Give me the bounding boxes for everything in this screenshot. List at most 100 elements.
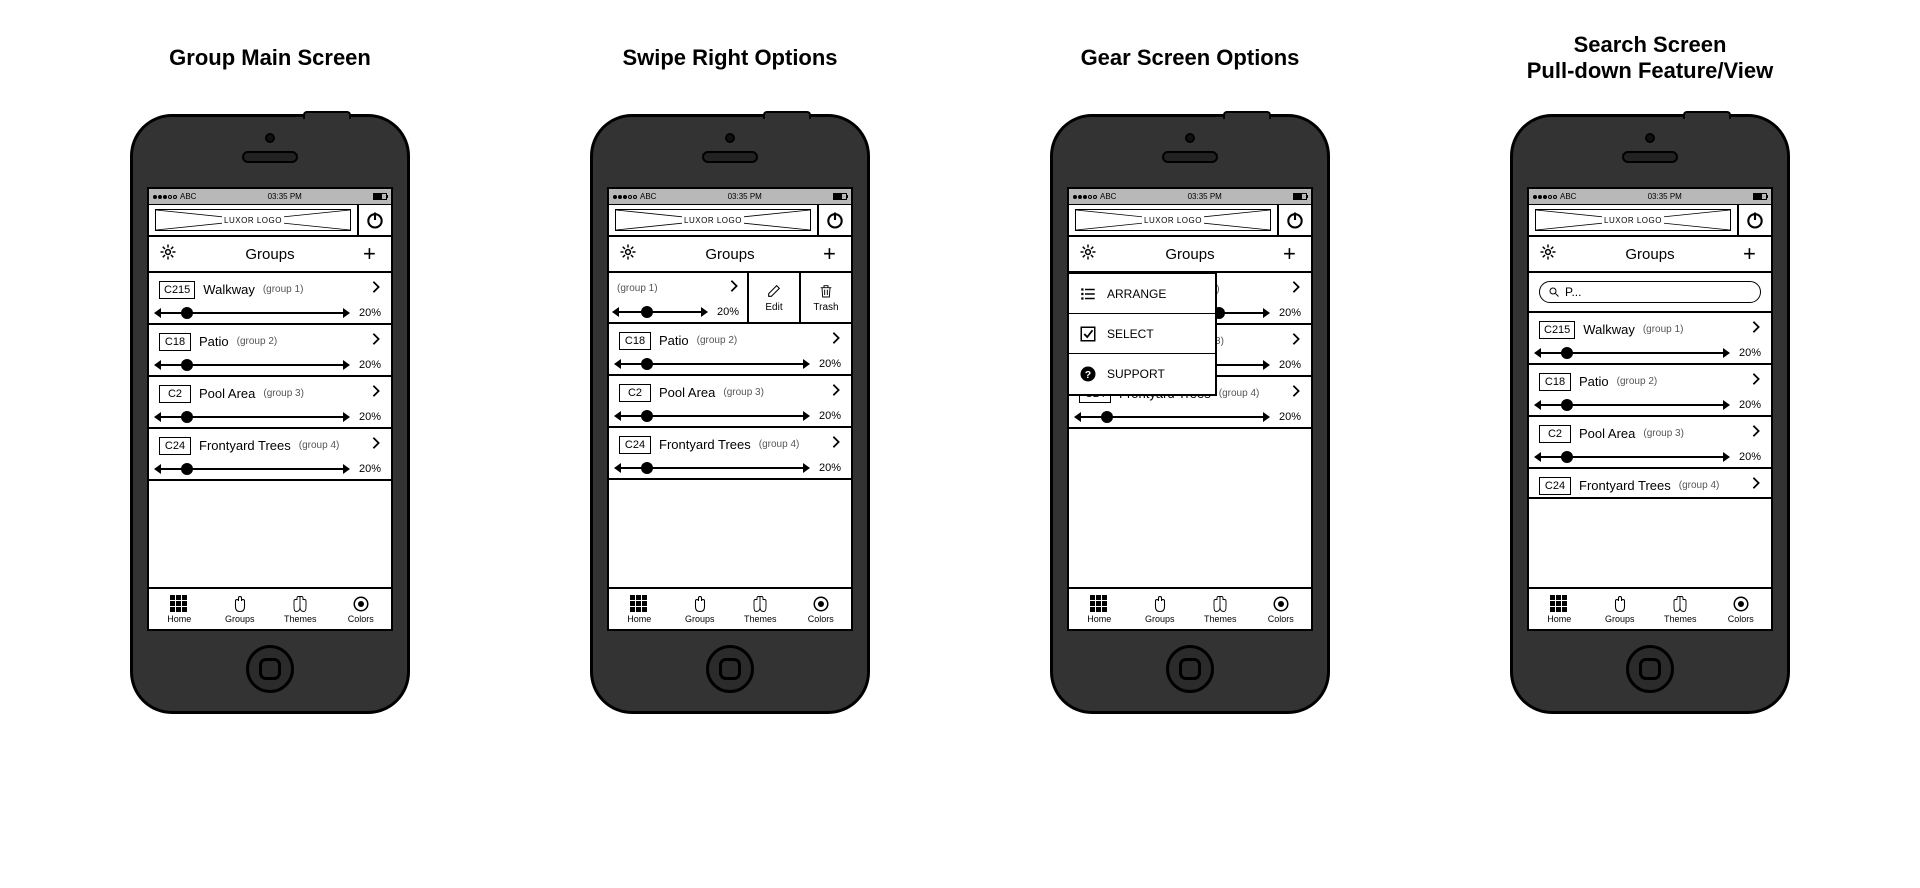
- tab-colors[interactable]: Colors: [1711, 589, 1772, 629]
- group-name: Patio: [199, 334, 229, 349]
- menu-arrange[interactable]: ARRANGE: [1069, 274, 1215, 314]
- add-group-button[interactable]: +: [363, 245, 381, 263]
- disclosure-button[interactable]: [371, 436, 381, 455]
- brightness-slider[interactable]: 20%: [619, 462, 841, 474]
- section-header: Groups +: [149, 237, 391, 273]
- section-title: Groups: [245, 246, 294, 263]
- menu-support[interactable]: ? SUPPORT: [1069, 354, 1215, 394]
- disclosure-button[interactable]: [371, 384, 381, 403]
- group-row[interactable]: C24 Frontyard Trees (group 4) 20%: [149, 429, 391, 481]
- brightness-slider[interactable]: 20%: [617, 306, 739, 318]
- brightness-slider[interactable]: 20%: [159, 463, 381, 475]
- phone-home-button[interactable]: [1166, 645, 1214, 693]
- gear-button[interactable]: [159, 243, 177, 266]
- group-name: Pool Area: [199, 386, 255, 401]
- tab-groups[interactable]: Groups: [210, 589, 271, 629]
- tab-label: Colors: [348, 614, 374, 624]
- battery-icon: [373, 193, 387, 200]
- power-button[interactable]: [1737, 205, 1771, 235]
- tab-bar: Home Groups Themes Colors: [609, 587, 851, 629]
- search-input[interactable]: P...: [1539, 281, 1761, 303]
- group-row[interactable]: C18Patio(group 2)20%: [1529, 365, 1771, 417]
- group-sub: (group 3): [263, 388, 304, 399]
- disclosure-button[interactable]: [831, 383, 841, 402]
- menu-select[interactable]: SELECT: [1069, 314, 1215, 354]
- search-row: P...: [1529, 273, 1771, 313]
- chevron-right-icon: [371, 280, 381, 294]
- group-chip: C215: [159, 281, 195, 299]
- disclosure-button[interactable]: [371, 332, 381, 351]
- group-row[interactable]: C215 Walkway (group 1) 20%: [149, 273, 391, 325]
- tab-home[interactable]: Home: [609, 589, 670, 629]
- group-row[interactable]: C18 Patio (group 2) 20%: [149, 325, 391, 377]
- tab-themes[interactable]: Themes: [270, 589, 331, 629]
- mock-search: Search Screen Pull-down Feature/View ABC…: [1440, 30, 1860, 714]
- tab-bar: Home Groups Themes Colors: [1069, 587, 1311, 629]
- tab-home[interactable]: Home: [1529, 589, 1590, 629]
- disclosure-button[interactable]: [831, 331, 841, 350]
- app-header: LUXOR LOGO: [149, 205, 391, 237]
- disclosure-button[interactable]: [371, 280, 381, 299]
- phone-home-button[interactable]: [246, 645, 294, 693]
- group-chip: C2: [159, 385, 191, 403]
- power-icon: [365, 210, 385, 230]
- group-row[interactable]: C2Pool Area(group 3)20%: [1529, 417, 1771, 469]
- screen: ABC03:35 PM LUXOR LOGO Groups+ (group 1)…: [1067, 187, 1313, 631]
- phone-frame: ABC03:35 PM LUXOR LOGO Groups+ P... C215…: [1510, 114, 1790, 714]
- mock-title: Swipe Right Options: [622, 30, 837, 86]
- tab-groups[interactable]: Groups: [670, 589, 731, 629]
- group-row[interactable]: C215Walkway(group 1)20%: [1529, 313, 1771, 365]
- brightness-slider[interactable]: 20%: [159, 307, 381, 319]
- tab-colors[interactable]: Colors: [791, 589, 852, 629]
- power-button[interactable]: [817, 205, 851, 235]
- power-button[interactable]: [357, 205, 391, 235]
- disclosure-button[interactable]: [729, 279, 739, 298]
- group-row-swiped[interactable]: (group 1) 20% Edit Trash: [609, 273, 851, 324]
- phone-home-button[interactable]: [706, 645, 754, 693]
- phone-home-button[interactable]: [1626, 645, 1674, 693]
- menu-label: SUPPORT: [1107, 367, 1165, 381]
- tab-themes[interactable]: Themes: [730, 589, 791, 629]
- menu-label: ARRANGE: [1107, 287, 1166, 301]
- group-row[interactable]: C2 Pool Area (group 3) 20%: [149, 377, 391, 429]
- tab-groups[interactable]: Groups: [1130, 589, 1191, 629]
- menu-label: SELECT: [1107, 327, 1154, 341]
- brightness-slider[interactable]: 20%: [619, 358, 841, 370]
- hand-icon: [231, 595, 249, 613]
- tab-home[interactable]: Home: [1069, 589, 1130, 629]
- tab-groups[interactable]: Groups: [1590, 589, 1651, 629]
- group-row[interactable]: C24Frontyard Trees(group 4)20%: [609, 428, 851, 480]
- gear-button[interactable]: [619, 243, 637, 266]
- gear-button[interactable]: [1079, 243, 1097, 266]
- add-group-button[interactable]: +: [1283, 245, 1301, 263]
- group-name: Walkway: [203, 282, 255, 297]
- add-group-button[interactable]: +: [1743, 245, 1761, 263]
- swipe-edit-button[interactable]: Edit: [747, 273, 799, 322]
- group-list[interactable]: (group 1) 20% Edit Trash: [609, 273, 851, 587]
- brightness-slider[interactable]: 20%: [619, 410, 841, 422]
- brightness-slider[interactable]: 20%: [159, 359, 381, 371]
- group-row[interactable]: C24Frontyard Trees(group 4): [1529, 469, 1771, 499]
- tab-colors[interactable]: Colors: [331, 589, 392, 629]
- add-group-button[interactable]: +: [823, 245, 841, 263]
- tab-themes[interactable]: Themes: [1650, 589, 1711, 629]
- group-row[interactable]: C18Patio(group 2)20%: [609, 324, 851, 376]
- group-list[interactable]: C215Walkway(group 1)20% C18Patio(group 2…: [1529, 313, 1771, 587]
- search-value: P...: [1565, 285, 1581, 299]
- swipe-trash-label: Trash: [813, 302, 838, 313]
- gear-button[interactable]: [1539, 243, 1557, 266]
- brightness-slider[interactable]: 20%: [159, 411, 381, 423]
- group-list[interactable]: C215 Walkway (group 1) 20% C18: [149, 273, 391, 587]
- logo-placeholder: LUXOR LOGO: [155, 209, 351, 231]
- disclosure-button[interactable]: [831, 435, 841, 454]
- logo-text: LUXOR LOGO: [222, 216, 284, 225]
- tab-colors[interactable]: Colors: [1251, 589, 1312, 629]
- status-bar: ABC 03:35 PM: [609, 189, 851, 205]
- swipe-trash-button[interactable]: Trash: [799, 273, 851, 322]
- power-button[interactable]: [1277, 205, 1311, 235]
- tab-themes[interactable]: Themes: [1190, 589, 1251, 629]
- tab-bar: Home Groups Themes Colors: [1529, 587, 1771, 629]
- wireframe-stage: Group Main Screen ABC 03:35 PM: [60, 30, 1860, 714]
- group-row[interactable]: C2Pool Area(group 3)20%: [609, 376, 851, 428]
- tab-home[interactable]: Home: [149, 589, 210, 629]
